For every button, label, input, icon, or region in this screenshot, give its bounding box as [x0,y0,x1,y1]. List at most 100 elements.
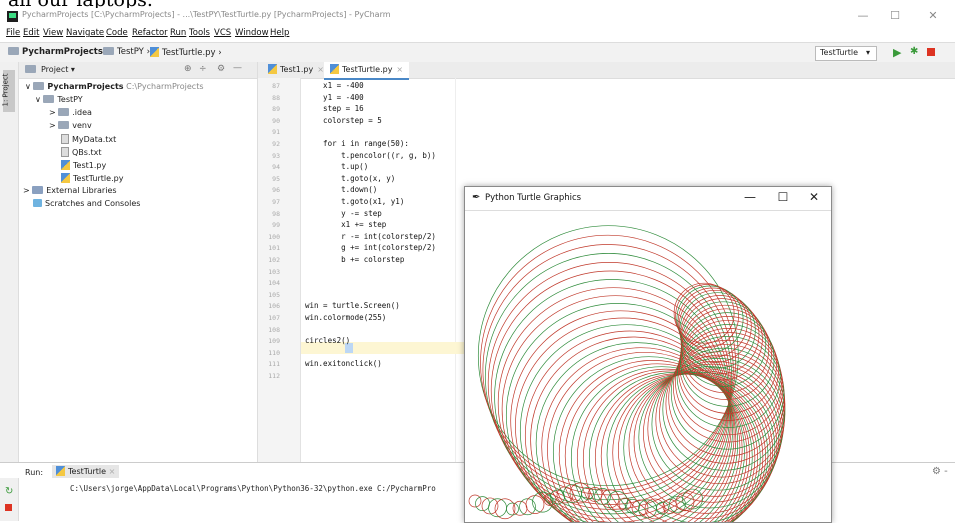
code-line[interactable]: t.down() [305,185,377,194]
turtle-circle [507,503,519,515]
tab-testturtle[interactable]: TestTurtle.py× [324,62,409,80]
code-line[interactable]: r -= int(colorstep/2) [305,232,436,241]
turtle-minimize-button[interactable]: — [735,190,765,204]
menu-window[interactable]: Window [235,28,269,38]
folder-icon [8,47,19,55]
code-line[interactable]: t.goto(x, y) [305,174,395,183]
tree-item-external-libraries[interactable]: > External Libraries [23,186,117,195]
line-number: 94 [258,163,280,171]
python-file-icon [268,64,277,74]
turtle-graphics-window[interactable]: ✒ Python Turtle Graphics — ☐ ✕ [464,186,832,523]
code-line[interactable]: y -= step [305,209,382,218]
line-number: 111 [258,360,280,368]
python-file-icon [56,466,65,476]
line-number: 87 [258,82,280,90]
menu-code[interactable]: Code [106,28,128,38]
code-line[interactable]: y1 = -400 [305,93,364,102]
rerun-icon[interactable]: ↻ [5,486,13,497]
tree-item-idea[interactable]: > .idea [49,108,92,117]
run-tab-testturtle[interactable]: TestTurtle × [52,465,119,478]
run-config-select[interactable]: TestTurtle ▾ [815,46,877,61]
turtle-circle [495,499,515,519]
code-line[interactable]: step = 16 [305,104,364,113]
python-file-icon [61,160,70,170]
menu-navigate[interactable]: Navigate [66,28,104,38]
menu-tools[interactable]: Tools [189,28,210,38]
menu-edit[interactable]: Edit [23,28,39,38]
tool-window-strip: 1: Project [0,62,19,462]
breadcrumb-project[interactable]: PycharmProjects › [8,47,109,57]
code-line[interactable]: x1 = -400 [305,81,364,90]
stop-icon[interactable] [5,504,12,511]
code-line[interactable]: t.pencolor((r, g, b)) [305,151,436,160]
run-config-label: TestTurtle [820,48,858,57]
tree-item-test1[interactable]: Test1.py [61,160,106,170]
line-number: 93 [258,152,280,160]
locate-icon[interactable]: ⊕ [184,64,192,74]
turtle-circle [491,271,729,509]
menu-bar: File Edit View Navigate Code Refactor Ru… [0,26,955,42]
line-number: 101 [258,244,280,252]
code-line[interactable]: t.goto(x1, y1) [305,197,404,206]
project-panel-header: Project ▾ ⊕ ÷ ⚙ — [19,62,257,79]
tree-item-pycharmprojects[interactable]: ∨ PycharmProjects C:\PycharmProjects [25,82,204,91]
minimize-button[interactable]: — [848,9,878,22]
code-line[interactable]: win.exitonclick() [305,359,382,368]
line-number: 104 [258,279,280,287]
tree-item-mydata[interactable]: MyData.txt [61,134,116,144]
menu-help[interactable]: Help [270,28,289,38]
turtle-canvas[interactable] [465,211,831,523]
code-line[interactable]: b += colorstep [305,255,404,264]
breadcrumb-testpy[interactable]: TestPY › [103,47,150,57]
turtle-maximize-button[interactable]: ☐ [768,190,798,204]
close-tab-icon[interactable]: × [396,65,403,74]
line-number: 109 [258,337,280,345]
tree-item-venv[interactable]: > venv [49,121,92,130]
menu-run[interactable]: Run [170,28,186,38]
library-icon [32,186,43,194]
turtle-circle [520,499,536,515]
tree-item-testturtle[interactable]: TestTurtle.py [61,173,123,183]
code-line[interactable]: colorstep = 5 [305,116,382,125]
code-line[interactable]: win.colormode(255) [305,313,386,322]
folder-icon [33,82,44,90]
turtle-window-titlebar[interactable]: ✒ Python Turtle Graphics — ☐ ✕ [465,187,831,211]
line-number: 89 [258,105,280,113]
code-line[interactable]: win = turtle.Screen() [305,301,400,310]
text-file-icon [61,147,69,157]
code-line[interactable]: circles2() [305,336,350,345]
gear-icon[interactable]: ⚙ - [932,466,948,477]
tab-test1[interactable]: Test1.py× [262,62,330,78]
close-tab-icon[interactable]: × [317,65,324,74]
project-view-select[interactable]: Project ▾ [41,65,75,74]
menu-view[interactable]: View [43,28,63,38]
close-button[interactable]: ✕ [918,9,948,22]
menu-file[interactable]: File [6,28,20,38]
project-tool-button[interactable]: 1: Project [3,70,15,112]
breadcrumb-file[interactable]: TestTurtle.py › [150,47,222,58]
run-tool-strip: ↻ [0,478,19,521]
close-tab-icon[interactable]: × [109,467,116,476]
scratches-icon [33,199,42,207]
feather-icon: ✒ [472,192,480,203]
debug-button[interactable]: ✱ [910,46,918,57]
line-number: 95 [258,175,280,183]
menu-vcs[interactable]: VCS [214,28,231,38]
code-line[interactable]: t.up() [305,162,368,171]
hide-icon[interactable]: — [233,63,242,73]
maximize-button[interactable]: ☐ [880,9,910,22]
tree-item-scratches[interactable]: Scratches and Consoles [33,199,140,208]
code-line[interactable]: for i in range(50): [305,139,409,148]
collapse-icon[interactable]: ÷ [199,64,207,74]
text-file-icon [61,134,69,144]
folder-icon [103,47,114,55]
turtle-close-button[interactable]: ✕ [799,190,829,204]
stop-button[interactable] [927,48,935,56]
code-line[interactable]: x1 += step [305,220,386,229]
tree-item-testpy[interactable]: ∨ TestPY [35,95,83,104]
menu-refactor[interactable]: Refactor [132,28,168,38]
code-line[interactable]: g += int(colorstep/2) [305,243,436,252]
run-button[interactable]: ▶ [893,46,901,59]
gear-icon[interactable]: ⚙ [217,64,225,74]
tree-item-qbs[interactable]: QBs.txt [61,147,102,157]
